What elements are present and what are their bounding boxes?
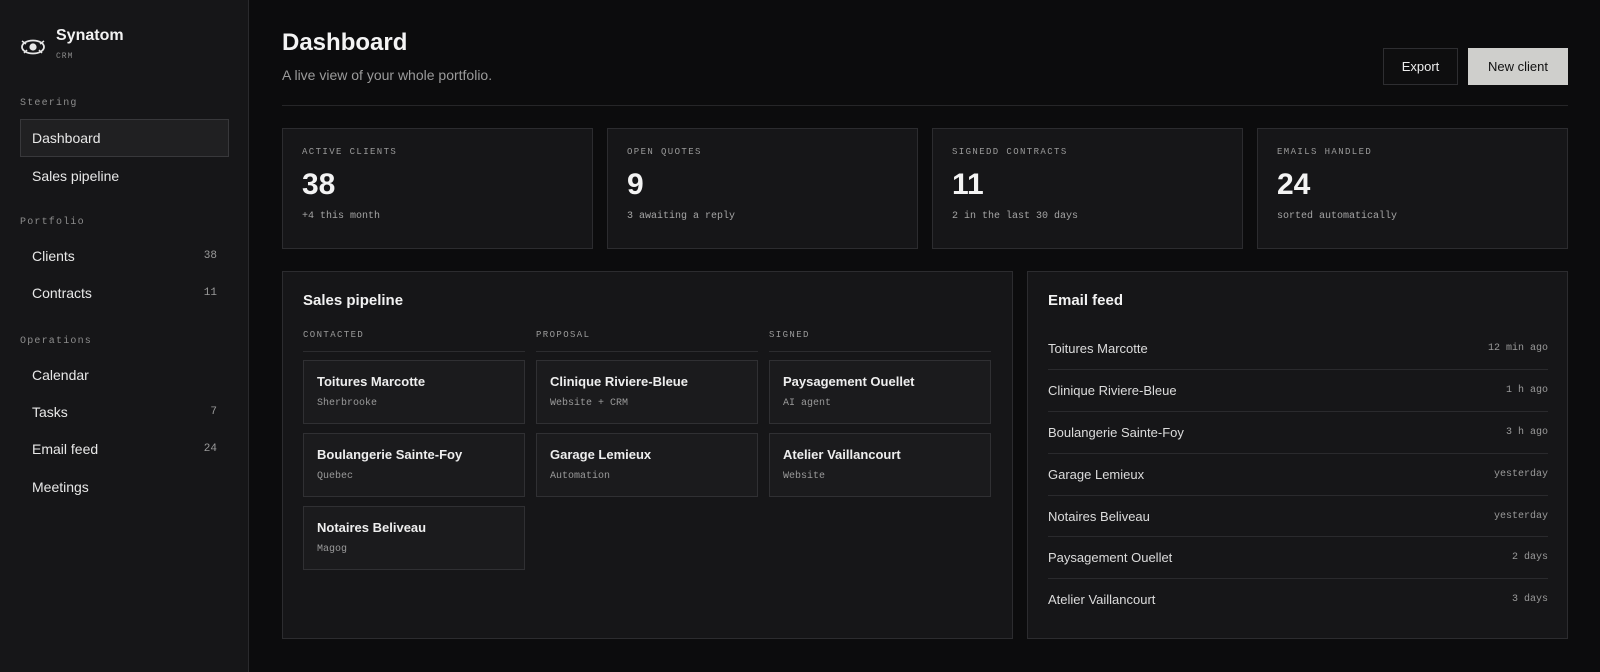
pipeline-column-signed: SIGNED <box>769 330 991 352</box>
stat-label: OPEN QUOTES <box>627 147 702 157</box>
export-button[interactable]: Export <box>1383 48 1458 85</box>
card-sub: Website + CRM <box>550 398 629 409</box>
email-time: yesterday <box>1493 511 1548 522</box>
stat-note: 3 awaiting a reply <box>627 211 736 222</box>
card-name: Toitures Marcotte <box>317 374 426 389</box>
email-feed-panel: Email feed Toitures Marcotte 12 min ago … <box>1027 271 1568 639</box>
card-sub: Quebec <box>317 471 354 482</box>
email-feed-item[interactable]: Garage Lemieux yesterday <box>1048 453 1548 495</box>
email-time: 12 min ago <box>1487 342 1548 354</box>
stat-note: 2 in the last 30 days <box>952 211 1079 222</box>
card-name: Paysagement Ouellet <box>783 374 915 389</box>
stat-value: 9 <box>627 168 644 201</box>
email-sender: Notaires Beliveau <box>1048 509 1150 524</box>
page-title: Dashboard <box>282 29 408 56</box>
pipeline-card[interactable]: Toitures Marcotte Sherbrooke <box>303 360 525 424</box>
stat-card-open-quotes: OPEN QUOTES 9 3 awaiting a reply <box>607 128 918 249</box>
sidebar-item-meetings[interactable]: Meetings <box>20 468 229 506</box>
sidebar-item-calendar[interactable]: Calendar <box>20 356 229 394</box>
sidebar-item-label: Tasks <box>32 404 68 420</box>
email-sender: Boulangerie Sainte-Foy <box>1048 425 1184 440</box>
pipeline-column-contacted: CONTACTED <box>303 330 525 352</box>
sidebar-item-label: Calendar <box>32 367 89 383</box>
email-feed-item[interactable]: Toitures Marcotte 12 min ago <box>1048 327 1548 369</box>
email-time: 2 days <box>1511 552 1548 563</box>
card-name: Garage Lemieux <box>550 447 652 462</box>
card-name: Boulangerie Sainte-Foy <box>317 447 463 462</box>
stat-note: sorted automatically <box>1277 211 1398 222</box>
card-name: Atelier Vaillancourt <box>783 447 901 462</box>
sidebar-item-contracts[interactable]: Contracts 11 <box>20 274 229 312</box>
sidebar-item-count: 7 <box>210 406 217 418</box>
sidebar-item-label: Dashboard <box>32 130 101 146</box>
email-time: 3 h ago <box>1505 427 1548 438</box>
sidebar-item-dashboard[interactable]: Dashboard <box>20 119 229 157</box>
brand-name: Synatom <box>56 27 124 44</box>
pipeline-card[interactable]: Atelier Vaillancourt Website <box>769 433 991 497</box>
stat-value: 38 <box>302 168 336 201</box>
sales-pipeline-panel: Sales pipeline CONTACTED PROPOSAL SIGNED… <box>282 271 1013 639</box>
stat-value: 11 <box>952 168 984 201</box>
brand[interactable]: Synatom CRM <box>20 26 124 61</box>
sidebar: Synatom CRM Steering Dashboard Sales pip… <box>0 0 249 672</box>
pipeline-card[interactable]: Boulangerie Sainte-Foy Quebec <box>303 433 525 497</box>
page-subtitle: A live view of your whole portfolio. <box>282 67 493 83</box>
stat-card-signed-contracts: SIGNEDD CONTRACTS 11 2 in the last 30 da… <box>932 128 1243 249</box>
card-name: Notaires Beliveau <box>317 520 427 535</box>
email-sender: Toitures Marcotte <box>1048 340 1148 356</box>
sidebar-item-email-feed[interactable]: Email feed 24 <box>20 430 229 468</box>
eye-icon <box>21 39 45 55</box>
stat-note: +4 this month <box>302 211 381 222</box>
sidebar-item-label: Meetings <box>32 479 89 495</box>
sidebar-item-tasks[interactable]: Tasks 7 <box>20 393 229 431</box>
panel-title: Email feed <box>1048 292 1124 309</box>
email-sender: Garage Lemieux <box>1048 467 1145 482</box>
pipeline-column-proposal: PROPOSAL <box>536 330 758 352</box>
nav-section-operations: Operations <box>20 336 93 347</box>
email-feed-item[interactable]: Paysagement Ouellet 2 days <box>1048 536 1548 578</box>
pipeline-card[interactable]: Clinique Riviere-Bleue Website + CRM <box>536 360 758 424</box>
sidebar-item-label: Email feed <box>32 441 99 457</box>
card-sub: Sherbrooke <box>317 398 378 409</box>
email-time: 3 days <box>1511 594 1548 605</box>
email-time: yesterday <box>1493 469 1548 480</box>
card-name: Clinique Riviere-Bleue <box>550 374 688 389</box>
pipeline-card[interactable]: Notaires Beliveau Magog <box>303 506 525 570</box>
sidebar-item-label: Contracts <box>32 285 92 301</box>
email-sender: Paysagement Ouellet <box>1048 550 1173 565</box>
email-feed-item[interactable]: Clinique Riviere-Bleue 1 h ago <box>1048 369 1548 411</box>
panel-title: Sales pipeline <box>303 292 404 309</box>
nav-section-steering: Steering <box>20 98 78 109</box>
pipeline-card[interactable]: Garage Lemieux Automation <box>536 433 758 497</box>
sidebar-item-count: 24 <box>203 443 217 455</box>
new-client-button[interactable]: New client <box>1468 48 1568 85</box>
email-feed-item[interactable]: Notaires Beliveau yesterday <box>1048 495 1548 537</box>
sidebar-item-label: Sales pipeline <box>32 168 120 184</box>
card-sub: Website <box>783 471 826 482</box>
stat-card-emails-handled: EMAILS HANDLED 24 sorted automatically <box>1257 128 1568 249</box>
sidebar-item-count: 38 <box>203 250 217 262</box>
stat-value: 24 <box>1277 168 1311 201</box>
stat-label: EMAILS HANDLED <box>1277 147 1373 157</box>
pipeline-card[interactable]: Paysagement Ouellet AI agent <box>769 360 991 424</box>
email-sender: Atelier Vaillancourt <box>1048 592 1156 607</box>
sidebar-item-label: Clients <box>32 248 75 264</box>
email-feed-item[interactable]: Boulangerie Sainte-Foy 3 h ago <box>1048 411 1548 453</box>
card-sub: AI agent <box>783 398 832 409</box>
email-time: 1 h ago <box>1505 385 1548 396</box>
header-divider <box>282 105 1568 106</box>
brand-sub: CRM <box>56 52 74 61</box>
card-sub: Magog <box>317 544 348 555</box>
email-sender: Clinique Riviere-Bleue <box>1048 383 1177 398</box>
stat-card-active-clients: ACTIVE CLIENTS 38 +4 this month <box>282 128 593 249</box>
email-feed-item[interactable]: Atelier Vaillancourt 3 days <box>1048 578 1548 620</box>
sidebar-item-clients[interactable]: Clients 38 <box>20 237 229 275</box>
nav-section-portfolio: Portfolio <box>20 217 85 228</box>
card-sub: Automation <box>550 471 611 482</box>
sidebar-item-sales-pipeline[interactable]: Sales pipeline <box>20 157 229 195</box>
sidebar-item-count: 11 <box>203 287 217 299</box>
stat-label: ACTIVE CLIENTS <box>302 147 398 157</box>
stat-label: SIGNEDD CONTRACTS <box>952 147 1068 157</box>
